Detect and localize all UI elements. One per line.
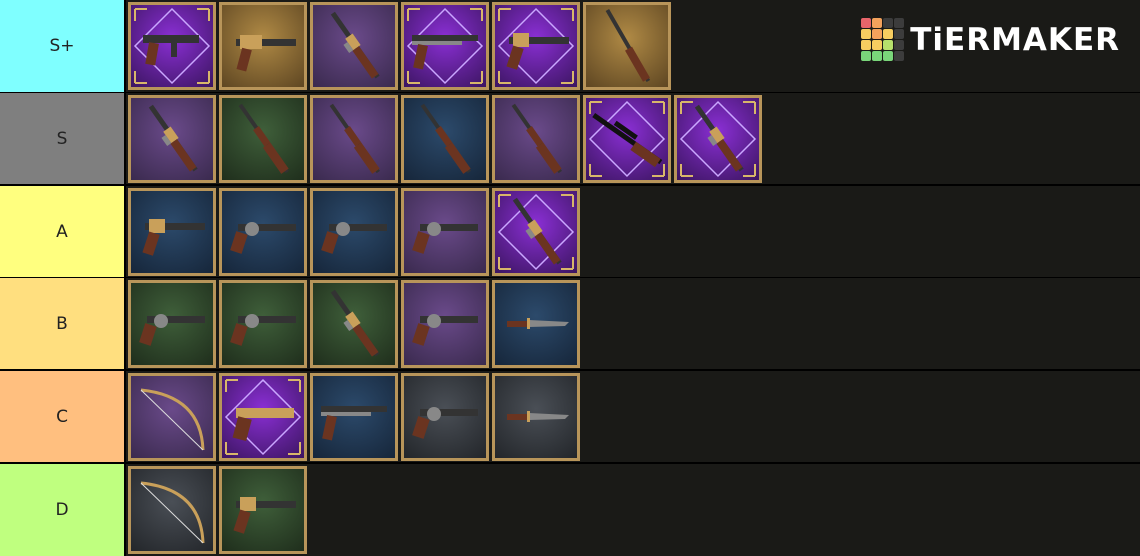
tier-items (126, 93, 1140, 184)
weapon-card[interactable] (492, 280, 580, 368)
flare-gun-icon (224, 378, 302, 456)
weapon-card[interactable] (219, 280, 307, 368)
weapon-card[interactable] (310, 373, 398, 461)
tier-list-board: S+ S A BC D (0, 0, 1140, 556)
shotgun-icon (406, 7, 484, 85)
revolver-icon (139, 314, 205, 346)
shotgun-icon (321, 406, 387, 441)
smg-icon (133, 7, 211, 85)
tier-row-a: A (0, 186, 1140, 277)
weapon-card[interactable] (128, 280, 216, 368)
tier-items (126, 278, 1140, 369)
tier-label[interactable]: D (0, 464, 124, 556)
weapon-card[interactable] (128, 373, 216, 461)
long-rifle-icon (605, 8, 651, 83)
revolver-icon (230, 222, 296, 254)
rifle-icon (511, 103, 562, 174)
tiermaker-logo-icon (861, 18, 905, 61)
lever-rifle-icon (497, 193, 575, 271)
bow-icon (140, 388, 205, 451)
pistol-icon (142, 219, 205, 256)
revolver-icon (321, 222, 387, 254)
lever-rifle-icon (330, 289, 380, 357)
weapon-card[interactable] (492, 2, 580, 90)
weapon-card[interactable] (128, 2, 216, 90)
weapon-card[interactable] (310, 188, 398, 276)
rifle-icon (420, 103, 471, 174)
lever-rifle-icon (330, 11, 380, 79)
weapon-card[interactable] (401, 373, 489, 461)
rifle-icon (329, 103, 380, 174)
tier-items (126, 464, 1140, 556)
weapon-card[interactable] (219, 2, 307, 90)
lever-rifle-icon (148, 104, 198, 172)
weapon-card[interactable] (492, 373, 580, 461)
weapon-card[interactable] (128, 466, 216, 554)
revolver-icon (230, 314, 296, 346)
tier-label[interactable]: B (0, 278, 124, 369)
tier-label[interactable]: S+ (0, 0, 124, 92)
weapon-card[interactable] (128, 95, 216, 183)
tier-items (126, 186, 1140, 277)
weapon-card[interactable] (310, 2, 398, 90)
tier-label[interactable]: S (0, 93, 124, 184)
weapon-card[interactable] (310, 280, 398, 368)
revolver-icon (412, 222, 478, 254)
weapon-card[interactable] (219, 373, 307, 461)
weapon-card[interactable] (674, 95, 762, 183)
weapon-card[interactable] (128, 188, 216, 276)
tiermaker-logo-text: TiERMAKER (910, 21, 1120, 58)
weapon-card[interactable] (492, 95, 580, 183)
tier-row-b: B (0, 278, 1140, 369)
weapon-card[interactable] (583, 2, 671, 90)
weapon-card[interactable] (219, 466, 307, 554)
knife-icon (507, 411, 569, 422)
weapon-card[interactable] (219, 95, 307, 183)
rifle-icon (238, 103, 289, 174)
tiermaker-logo: TiERMAKER (861, 18, 1120, 61)
weapon-card[interactable] (401, 188, 489, 276)
pistol-icon (233, 497, 296, 534)
tier-row-d: D (0, 464, 1140, 556)
knife-icon (507, 318, 569, 329)
lever-pistol-icon (236, 35, 296, 72)
weapon-card[interactable] (219, 188, 307, 276)
tier-items (126, 371, 1140, 462)
lever-rifle-icon (679, 100, 757, 178)
weapon-card[interactable] (401, 2, 489, 90)
revolver-icon (412, 407, 478, 439)
sniper-icon (588, 100, 666, 178)
weapon-card[interactable] (583, 95, 671, 183)
weapon-card[interactable] (401, 95, 489, 183)
bow-icon (140, 481, 205, 544)
tier-row-c: C (0, 371, 1140, 462)
pistol-icon (497, 7, 575, 85)
tier-label[interactable]: A (0, 186, 124, 277)
tier-row-s: S (0, 93, 1140, 184)
tier-label[interactable]: C (0, 371, 124, 462)
revolver-icon (412, 314, 478, 346)
weapon-card[interactable] (310, 95, 398, 183)
weapon-card[interactable] (492, 188, 580, 276)
weapon-card[interactable] (401, 280, 489, 368)
